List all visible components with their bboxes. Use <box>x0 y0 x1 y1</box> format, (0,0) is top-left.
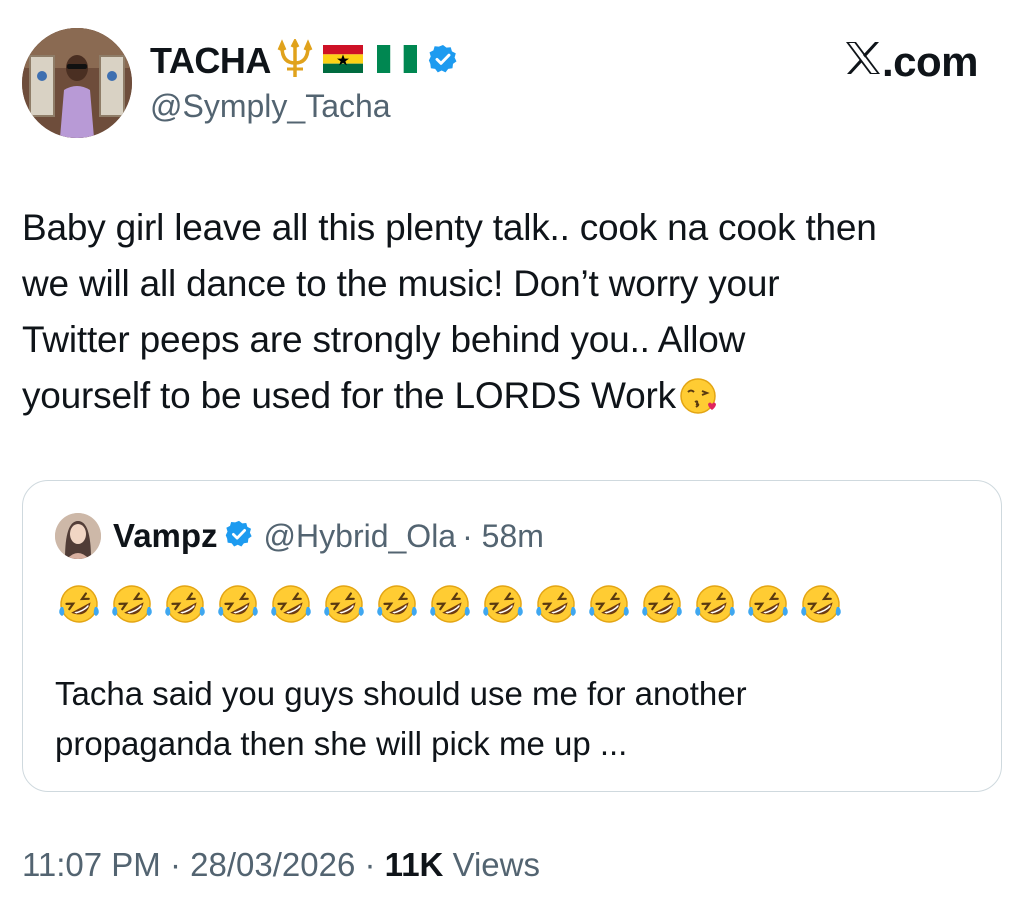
separator: · <box>169 846 181 883</box>
quoted-tweet-text: Tacha said you guys should use me for an… <box>55 669 955 769</box>
tweet-meta: 11:07 PM · 28/03/2026 · 11K Views <box>22 846 540 884</box>
tweet-line: Baby girl leave all this plenty talk.. c… <box>22 207 877 248</box>
tweet-line: yourself to be used for the LORDS Work <box>22 368 1012 432</box>
quoted-tweet-card[interactable]: Vampz @Hybrid_Ola · 58m Tacha said you g… <box>22 480 1002 792</box>
x-com-brand: .com <box>844 38 979 86</box>
quoted-emoji-row <box>55 581 845 632</box>
rolling-laughing-emoji-icon <box>161 581 209 632</box>
rolling-laughing-emoji-icon <box>108 581 156 632</box>
quoted-author-avatar[interactable] <box>55 513 101 559</box>
tweet-time[interactable]: 11:07 PM <box>22 846 161 883</box>
author-avatar[interactable] <box>22 28 132 138</box>
quoted-author-handle[interactable]: @Hybrid_Ola <box>264 518 457 555</box>
kiss-face-emoji-icon <box>678 376 718 432</box>
rolling-laughing-emoji-icon <box>426 581 474 632</box>
author-name-row: TACHA <box>150 37 459 84</box>
author-handle[interactable]: @Symply_Tacha <box>150 88 391 125</box>
rolling-laughing-emoji-icon <box>532 581 580 632</box>
rolling-laughing-emoji-icon <box>479 581 527 632</box>
rolling-laughing-emoji-icon <box>267 581 315 632</box>
tweet-date[interactable]: 28/03/2026 <box>190 846 355 883</box>
tweet-line: Twitter peeps are strongly behind you.. … <box>22 319 746 360</box>
quoted-tweet-header: Vampz @Hybrid_Ola · 58m <box>55 513 544 559</box>
author-display-name[interactable]: TACHA <box>150 40 271 82</box>
brand-text: .com <box>881 38 979 85</box>
quoted-verified-badge-icon <box>224 519 254 554</box>
rolling-laughing-emoji-icon <box>214 581 262 632</box>
rolling-laughing-emoji-icon <box>320 581 368 632</box>
x-logo-icon <box>844 38 882 86</box>
rolling-laughing-emoji-icon <box>55 581 103 632</box>
rolling-laughing-emoji-icon <box>585 581 633 632</box>
views-count: 11K <box>384 846 444 883</box>
ghana-flag-icon <box>322 44 363 78</box>
tweet-text: Baby girl leave all this plenty talk.. c… <box>22 200 1012 432</box>
rolling-laughing-emoji-icon <box>373 581 421 632</box>
views-label: Views <box>452 846 540 883</box>
trident-icon <box>275 37 315 84</box>
separator: · <box>364 846 376 883</box>
tweet-line: we will all dance to the music! Don’t wo… <box>22 263 780 304</box>
nigeria-flag-icon <box>376 44 417 78</box>
quoted-author-name[interactable]: Vampz <box>113 517 218 555</box>
verified-badge-icon[interactable] <box>427 43 459 80</box>
rolling-laughing-emoji-icon <box>797 581 845 632</box>
tweet-line-text: yourself to be used for the LORDS Work <box>22 375 676 416</box>
quoted-tweet-line: propaganda then she will pick me up ... <box>55 725 628 762</box>
quoted-tweet-time[interactable]: · 58m <box>462 518 544 555</box>
quoted-tweet-line: Tacha said you guys should use me for an… <box>55 675 747 712</box>
rolling-laughing-emoji-icon <box>691 581 739 632</box>
rolling-laughing-emoji-icon <box>744 581 792 632</box>
rolling-laughing-emoji-icon <box>638 581 686 632</box>
